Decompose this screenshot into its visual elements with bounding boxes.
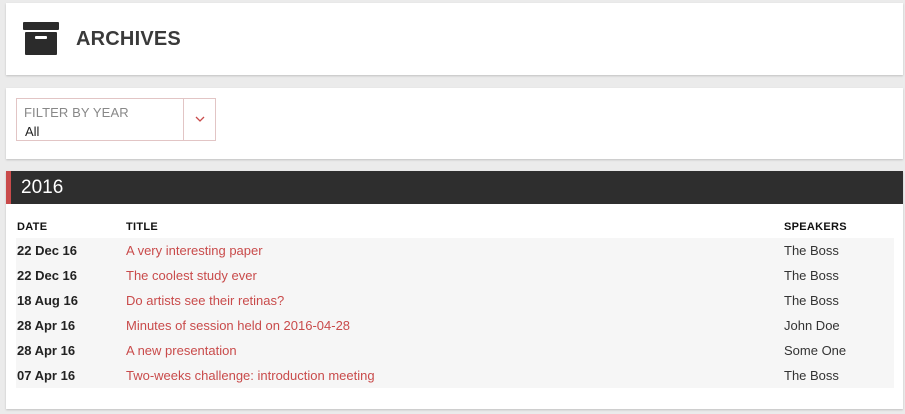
row-title-link[interactable]: Minutes of session held on 2016-04-28 bbox=[126, 313, 350, 338]
row-title-link[interactable]: A very interesting paper bbox=[126, 238, 263, 263]
row-date: 28 Apr 16 bbox=[17, 318, 76, 333]
row-date: 18 Aug 16 bbox=[17, 293, 78, 308]
year-filter-select[interactable]: FILTER BY YEAR All bbox=[16, 98, 216, 141]
row-title-link[interactable]: The coolest study ever bbox=[126, 263, 257, 288]
column-header-title: TITLE bbox=[126, 221, 159, 233]
year-label: 2016 bbox=[21, 177, 64, 198]
filter-panel: FILTER BY YEAR All bbox=[6, 88, 903, 159]
archive-table: 22 Dec 16 A very interesting paper The B… bbox=[16, 238, 894, 388]
table-row: 28 Apr 16 Minutes of session held on 201… bbox=[16, 313, 894, 338]
row-speaker: John Doe bbox=[784, 318, 840, 333]
column-header-speakers: SPEAKERS bbox=[784, 221, 847, 233]
table-row: 22 Dec 16 A very interesting paper The B… bbox=[16, 238, 894, 263]
column-header-date: DATE bbox=[17, 221, 48, 233]
page-title: ARCHIVES bbox=[76, 28, 181, 50]
archive-year-section: 2016 DATE TITLE SPEAKERS 22 Dec 16 A ver… bbox=[6, 171, 903, 409]
row-date: 22 Dec 16 bbox=[17, 243, 77, 258]
row-speaker: The Boss bbox=[784, 293, 839, 308]
row-title-link[interactable]: Do artists see their retinas? bbox=[126, 288, 284, 313]
year-header: 2016 bbox=[6, 171, 903, 204]
row-speaker: The Boss bbox=[784, 243, 839, 258]
row-title-link[interactable]: Two-weeks challenge: introduction meetin… bbox=[126, 363, 375, 388]
row-title-link[interactable]: A new presentation bbox=[126, 338, 237, 363]
row-speaker: The Boss bbox=[784, 268, 839, 283]
filter-label: FILTER BY YEAR bbox=[24, 105, 129, 120]
table-row: 28 Apr 16 A new presentation Some One bbox=[16, 338, 894, 363]
row-speaker: The Boss bbox=[784, 368, 839, 383]
table-row: 18 Aug 16 Do artists see their retinas? … bbox=[16, 288, 894, 313]
table-row: 22 Dec 16 The coolest study ever The Bos… bbox=[16, 263, 894, 288]
table-row: 07 Apr 16 Two-weeks challenge: introduct… bbox=[16, 363, 894, 388]
filter-selected-value: All bbox=[25, 124, 40, 139]
page-header: ARCHIVES bbox=[6, 3, 903, 75]
archive-box-icon bbox=[23, 22, 59, 55]
chevron-down-icon[interactable] bbox=[184, 99, 215, 140]
row-date: 28 Apr 16 bbox=[17, 343, 76, 358]
row-speaker: Some One bbox=[784, 343, 847, 358]
row-date: 07 Apr 16 bbox=[17, 368, 76, 383]
row-date: 22 Dec 16 bbox=[17, 268, 77, 283]
